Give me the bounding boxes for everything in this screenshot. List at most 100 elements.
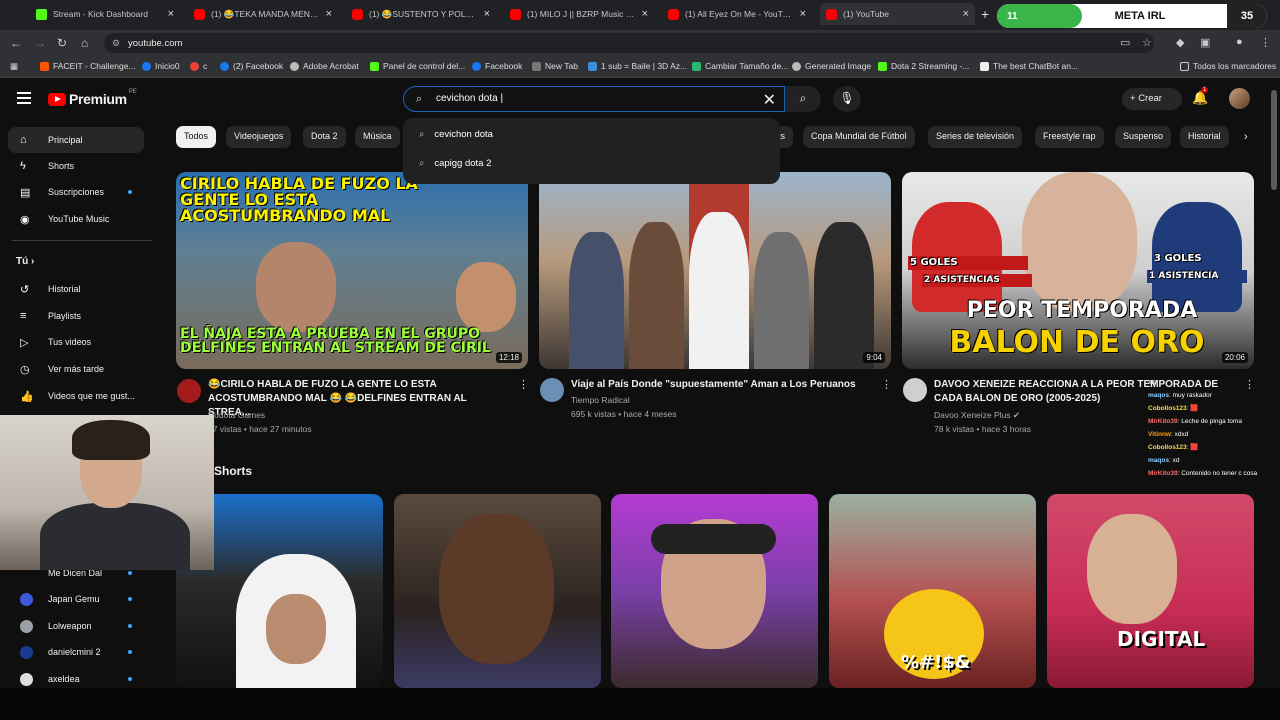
bookmark-star-icon[interactable]: ☆ [1142,36,1152,49]
bookmark-item[interactable]: Facebook [472,61,522,71]
sidebar-item-subscription[interactable]: Lolweapon [8,613,144,639]
short-thumbnail[interactable]: %#!$& [829,494,1036,688]
chip-historial[interactable]: Historial [1180,126,1229,148]
bookmark-item[interactable]: (2) Facebook [220,61,283,71]
folder-icon [1180,61,1189,71]
channel-avatar[interactable] [540,378,564,402]
bookmark-item[interactable]: New Tab [532,61,578,71]
thumbnail-caption: PEOR TEMPORADA [966,298,1198,323]
suggestion-item[interactable]: ⌕ cevichon dota [419,129,493,140]
youtube-premium-logo[interactable]: Premium PE [48,89,137,107]
notifications-button[interactable]: 🔔 1 [1192,87,1209,106]
page-scrollbar[interactable] [1271,90,1277,190]
close-icon[interactable]: × [326,8,332,20]
facebook-icon [472,61,481,71]
more-menu-icon[interactable]: ⋮ [1260,36,1271,49]
bookmark-item[interactable]: The best ChatBot an... [980,61,1078,71]
home-icon[interactable]: ⌂ [81,36,88,50]
browser-tab[interactable]: (1) 😂SUSTENTO Y POLLO DISC × [346,3,496,25]
chip-dota-2[interactable]: Dota 2 [303,126,346,148]
close-icon[interactable]: × [800,8,806,20]
chip-series-tv[interactable]: Series de televisión [928,126,1023,148]
short-thumbnail[interactable]: DIGITAL [1047,494,1254,688]
kick-icon [878,61,887,71]
short-thumbnail[interactable] [611,494,818,688]
extensions-puzzle-icon[interactable]: ▣ [1200,36,1210,49]
channel-name[interactable]: Tiempo Radical [571,393,677,407]
sidebar-item-suscripciones[interactable]: ▤ Suscripciones [8,179,144,205]
suggestion-item[interactable]: ⌕ capigg dota 2 [419,158,491,169]
sidebar-item-subscription[interactable]: danielcmini 2 [8,639,144,665]
extension-icon[interactable]: ◆ [1176,36,1184,49]
bookmark-item[interactable]: Adobe Acrobat [290,61,359,71]
browser-tab[interactable]: (1) All Eyez On Me - YouTube × [662,3,812,25]
streamer-body [40,503,190,570]
sidebar-item-watch-later[interactable]: ◷ Ver más tarde [8,356,144,382]
bookmark-item[interactable]: Generated Image [792,61,871,71]
video-thumbnail[interactable]: 5 GOLES 2 ASISTENCIAS 3 GOLES 1 ASISTENC… [902,172,1254,369]
hamburger-menu-icon[interactable] [17,92,31,104]
sidebar-item-historial[interactable]: ↺ Historial [8,276,144,302]
sidebar-item-label: Lolweapon [48,621,92,631]
more-options-icon[interactable]: ⋮ [518,378,529,391]
video-thumbnail[interactable]: 9:04 [539,172,891,369]
bookmark-label: New Tab [545,61,578,71]
browser-tab[interactable]: Stream - Kick Dashboard × [30,3,180,25]
sidebar-item-tus-videos[interactable]: ▷ Tus videos [8,329,144,355]
sidebar-item-principal[interactable]: ⌂ Principal [8,127,144,153]
chevron-right-icon[interactable]: › [1244,131,1248,143]
chip-freestyle-rap[interactable]: Freestyle rap [1035,126,1104,148]
bookmark-item[interactable]: Dota 2 Streaming -... [878,61,969,71]
sidebar-item-playlists[interactable]: ≡ Playlists [8,303,144,329]
sidebar-item-youtube-music[interactable]: ◉ YouTube Music [8,206,144,232]
bookmark-item[interactable]: Inicio0 [142,61,180,71]
profile-icon[interactable]: ● [1236,36,1243,48]
search-input[interactable]: ⌕ cevichon dota | ✕ [403,86,785,112]
bookmark-item[interactable]: 1 sub = Baile | 3D Az... [588,61,687,71]
channel-name[interactable]: Rudota Games [208,408,312,422]
plus-icon: + [1130,93,1139,104]
bookmark-item[interactable]: Cambiar Tamaño de... [692,61,788,71]
you-section-header[interactable]: Tú › [16,256,34,267]
voice-search-button[interactable]: 🎙 [833,86,861,112]
clock-icon: ◷ [20,363,30,376]
browser-tab-active[interactable]: (1) YouTube × [820,3,975,25]
close-icon[interactable]: × [484,8,490,20]
channel-avatar[interactable] [177,379,201,403]
sidebar-item-shorts[interactable]: ϟ Shorts [8,153,144,179]
all-bookmarks[interactable]: Todos los marcadores [1180,61,1276,71]
avatar[interactable] [1229,88,1250,109]
browser-tab[interactable]: (1) MILO J || BZRP Music Sessio × [504,3,654,25]
new-tab-button[interactable]: + [981,6,989,22]
channel-avatar[interactable] [903,378,927,402]
apps-icon[interactable]: ▦ [10,61,18,72]
bookmark-item[interactable]: c [190,61,207,71]
video-thumbnail[interactable]: CIRILO HABLA DE FUZO LA GENTE LO ESTA AC… [176,172,528,369]
short-thumbnail[interactable] [394,494,601,688]
bookmark-item[interactable]: Panel de control del... [370,61,465,71]
clear-search-icon[interactable]: ✕ [763,90,776,110]
bookmark-item[interactable]: FACEIT - Challenge... [40,61,136,71]
chip-musica[interactable]: Música [355,126,400,148]
close-icon[interactable]: × [168,8,174,20]
cast-icon[interactable]: ▭ [1120,36,1130,49]
browser-tab[interactable]: (1) 😂TEKA MANDA MENSAJE × [188,3,338,25]
video-title[interactable]: Viaje al País Donde "supuestamente" Aman… [571,378,871,392]
channel-name[interactable]: Davoo Xeneize Plus ✔ [934,408,1031,422]
site-info-icon[interactable]: ⚙ [112,38,120,49]
search-button[interactable]: ⌕ [785,86,821,112]
reload-icon[interactable]: ↻ [57,36,67,50]
back-icon[interactable]: ← [10,36,22,50]
sidebar-item-liked-videos[interactable]: 👍 Videos que me gust... [8,383,144,409]
url-field[interactable]: ⚙ youtube.com [104,33,1154,53]
chip-suspenso[interactable]: Suspenso [1115,126,1172,148]
more-options-icon[interactable]: ⋮ [881,378,892,391]
sidebar-item-subscription[interactable]: Japan Gemu [8,586,144,612]
chip-todos[interactable]: Todos [176,126,217,148]
chip-copa-mundial[interactable]: Copa Mundial de Fútbol [803,126,915,148]
close-icon[interactable]: × [963,8,969,20]
forward-icon[interactable]: → [34,36,46,50]
create-button[interactable]: + Crear [1122,88,1182,110]
close-icon[interactable]: × [642,8,648,20]
chip-videojuegos[interactable]: Videojuegos [226,126,292,148]
